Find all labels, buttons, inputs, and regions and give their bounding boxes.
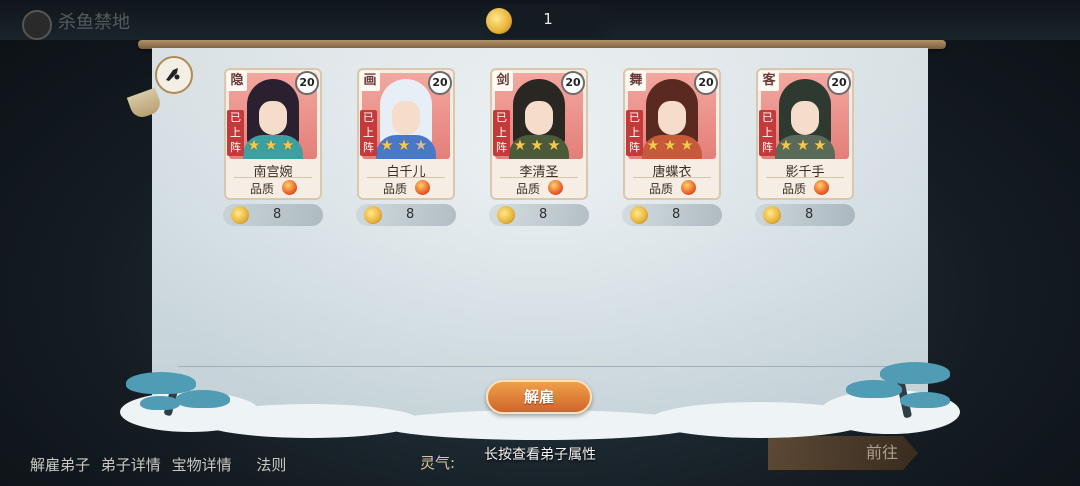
- quality-flame-icon: [681, 180, 696, 195]
- star-rating: ★ ★ ★: [246, 137, 296, 155]
- disciple-level-badge: 20: [561, 71, 585, 95]
- disciple-class-tag: 舞: [626, 71, 646, 91]
- panel-divider: [178, 366, 902, 367]
- star-icon: ★: [264, 136, 278, 154]
- fire-coin-icon: [763, 206, 781, 224]
- disciple-card[interactable]: 画 20 已上阵 ★ ★ ★ 白千儿 品质: [357, 68, 455, 200]
- deployed-status-tag: 已上阵: [360, 110, 377, 156]
- star-icon: ★: [646, 136, 660, 154]
- dismiss-cost: 8: [223, 204, 323, 226]
- star-icon: ★: [813, 136, 827, 154]
- star-icon: ★: [247, 136, 261, 154]
- disciple-card[interactable]: 剑 20 已上阵 ★ ★ ★ 李清圣 品质: [490, 68, 588, 200]
- seal-badge-icon: [155, 56, 193, 94]
- disciple-class-tag: 画: [360, 71, 380, 91]
- star-icon: ★: [380, 136, 394, 154]
- star-icon: ★: [281, 136, 295, 154]
- disciple-level-badge: 20: [295, 71, 319, 95]
- disciple-card[interactable]: 隐 20 已上阵 ★ ★ ★ 南宫婉 品质: [224, 68, 322, 200]
- deployed-status-tag: 已上阵: [759, 110, 776, 156]
- star-icon: ★: [397, 136, 411, 154]
- star-icon: ★: [779, 136, 793, 154]
- quality-flame-icon: [814, 180, 829, 195]
- star-rating: ★ ★ ★: [379, 137, 429, 155]
- cost-value: 8: [273, 207, 282, 222]
- quality-label: 品质: [782, 182, 807, 196]
- star-rating: ★ ★ ★: [512, 137, 562, 155]
- dismiss-cost: 8: [356, 204, 456, 226]
- deployed-status-tag: 已上阵: [493, 110, 510, 156]
- background-location-icon: [22, 10, 52, 40]
- quality-flame-icon: [548, 180, 563, 195]
- quality-flame-icon: [282, 180, 297, 195]
- cost-value: 8: [805, 207, 814, 222]
- disciple-level-badge: 20: [694, 71, 718, 95]
- fire-coin-icon: [630, 206, 648, 224]
- star-icon: ★: [663, 136, 677, 154]
- quality-label: 品质: [250, 182, 275, 196]
- dismiss-cost: 8: [489, 204, 589, 226]
- star-icon: ★: [513, 136, 527, 154]
- long-press-hint: 长按查看弟子属性: [484, 447, 596, 463]
- fire-coin-icon: [486, 8, 512, 34]
- star-icon: ★: [414, 136, 428, 154]
- star-icon: ★: [530, 136, 544, 154]
- fire-coin-icon: [364, 206, 382, 224]
- cost-value: 8: [672, 207, 681, 222]
- cost-value: 8: [539, 207, 548, 222]
- quality-flame-icon: [415, 180, 430, 195]
- disciple-class-tag: 剑: [493, 71, 513, 91]
- cost-value: 8: [406, 207, 415, 222]
- disciple-level-badge: 20: [827, 71, 851, 95]
- dismiss-cost: 8: [622, 204, 722, 226]
- disciple-class-tag: 隐: [227, 71, 247, 91]
- dismiss-button[interactable]: 解雇: [486, 380, 592, 414]
- fire-coin-icon: [231, 206, 249, 224]
- disciple-class-tag: 客: [759, 71, 779, 91]
- deployed-status-tag: 已上阵: [227, 110, 244, 156]
- currency-display: 1: [478, 4, 618, 38]
- star-icon: ★: [547, 136, 561, 154]
- fire-coin-icon: [497, 206, 515, 224]
- star-rating: ★ ★ ★: [645, 137, 695, 155]
- disciple-card[interactable]: 舞 20 已上阵 ★ ★ ★ 唐蝶衣 品质: [623, 68, 721, 200]
- quality-label: 品质: [383, 182, 408, 196]
- star-icon: ★: [680, 136, 694, 154]
- disciple-level-badge: 20: [428, 71, 452, 95]
- currency-value: 1: [543, 10, 553, 28]
- disciple-card[interactable]: 客 20 已上阵 ★ ★ ★ 影千手 品质: [756, 68, 854, 200]
- star-rating: ★ ★ ★: [778, 137, 828, 155]
- dismiss-cost: 8: [755, 204, 855, 226]
- background-title: 杀鱼禁地: [58, 12, 130, 33]
- quality-label: 品质: [516, 182, 541, 196]
- deployed-status-tag: 已上阵: [626, 110, 643, 156]
- quality-label: 品质: [649, 182, 674, 196]
- star-icon: ★: [796, 136, 810, 154]
